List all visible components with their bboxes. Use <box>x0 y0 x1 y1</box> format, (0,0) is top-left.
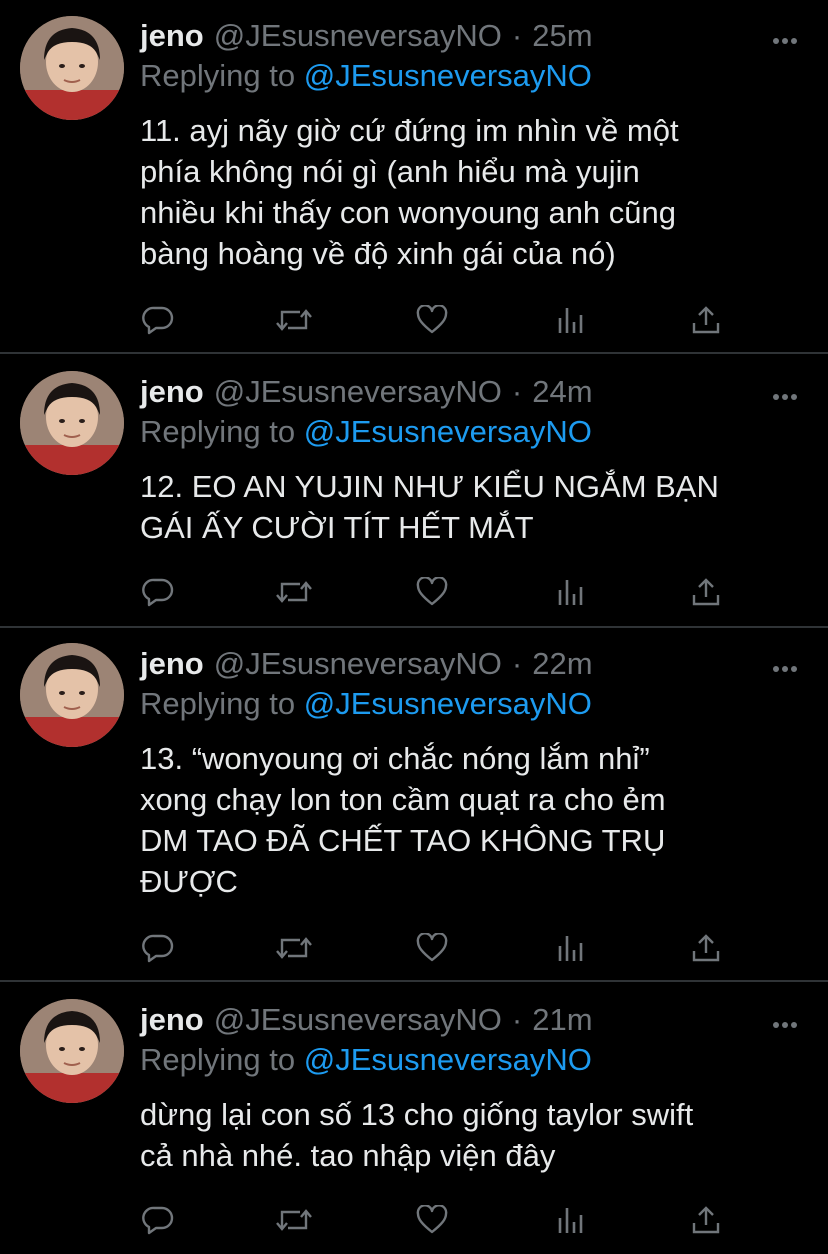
tweet-text-line: GÁI ẤY CƯỜI TÍT HẾT MẮT <box>140 510 534 545</box>
user-handle[interactable]: @JEsusneversayNO <box>214 18 502 54</box>
avatar[interactable] <box>20 999 124 1103</box>
replying-to: Replying to @JEsusneversayNO <box>140 1042 592 1078</box>
timestamp[interactable]: 25m <box>532 18 592 54</box>
replying-to: Replying to @JEsusneversayNO <box>140 414 592 450</box>
tweet-actions <box>0 930 828 970</box>
mention-link[interactable]: @JEsusneversayNO <box>304 1042 592 1077</box>
separator-dot: · <box>511 18 523 53</box>
replying-to-label: Replying to <box>140 686 296 721</box>
replying-to-label: Replying to <box>140 414 296 449</box>
replying-to-label: Replying to <box>140 1042 296 1077</box>
tweet[interactable]: jeno @JEsusneversayNO · 22m Replying to … <box>0 628 828 980</box>
tweet-actions <box>0 574 828 614</box>
heart-icon[interactable] <box>414 1202 450 1238</box>
display-name[interactable]: jeno <box>140 18 204 54</box>
heart-icon[interactable] <box>414 930 450 966</box>
avatar[interactable] <box>20 643 124 747</box>
share-icon[interactable] <box>688 302 724 338</box>
timestamp[interactable]: 22m <box>532 646 592 682</box>
display-name[interactable]: jeno <box>140 1002 204 1038</box>
mention-link[interactable]: @JEsusneversayNO <box>304 58 592 93</box>
timestamp[interactable]: 24m <box>532 374 592 410</box>
heart-icon[interactable] <box>414 574 450 610</box>
tweet-text-line: cả nhà nhé. tao nhập viện đây <box>140 1138 556 1173</box>
tweet-timeline: jeno @JEsusneversayNO · 25m Replying to … <box>0 0 828 1254</box>
tweet-text-line: ĐƯỢC <box>140 864 238 899</box>
heart-icon[interactable] <box>414 302 450 338</box>
display-name[interactable]: jeno <box>140 646 204 682</box>
more-horizontal-icon[interactable] <box>772 32 798 44</box>
tweet-text-line: 12. EO AN YUJIN NHƯ KIỂU NGẮM BẠN <box>140 469 719 504</box>
replying-to: Replying to @JEsusneversayNO <box>140 58 592 94</box>
more-horizontal-icon[interactable] <box>772 1016 798 1028</box>
replying-to: Replying to @JEsusneversayNO <box>140 686 592 722</box>
analytics-icon[interactable] <box>552 930 588 966</box>
retweet-icon[interactable] <box>276 930 312 966</box>
more-horizontal-icon[interactable] <box>772 660 798 672</box>
retweet-icon[interactable] <box>276 1202 312 1238</box>
tweet-text-line: 11. ayj nãy giờ cứ đứng im nhìn về một <box>140 113 679 148</box>
tweet-text-line: bàng hoàng về độ xinh gái của nó) <box>140 236 616 271</box>
avatar[interactable] <box>20 371 124 475</box>
tweet-text: 12. EO AN YUJIN NHƯ KIỂU NGẮM BẠN GÁI ẤY… <box>140 466 800 548</box>
analytics-icon[interactable] <box>552 574 588 610</box>
timestamp[interactable]: 21m <box>532 1002 592 1038</box>
analytics-icon[interactable] <box>552 302 588 338</box>
user-handle[interactable]: @JEsusneversayNO <box>214 374 502 410</box>
user-handle[interactable]: @JEsusneversayNO <box>214 646 502 682</box>
reply-icon[interactable] <box>140 1202 176 1238</box>
share-icon[interactable] <box>688 574 724 610</box>
avatar[interactable] <box>20 16 124 120</box>
tweet-text: 11. ayj nãy giờ cứ đứng im nhìn về một p… <box>140 110 800 274</box>
more-horizontal-icon[interactable] <box>772 388 798 400</box>
share-icon[interactable] <box>688 1202 724 1238</box>
tweet[interactable]: jeno @JEsusneversayNO · 24m Replying to … <box>0 354 828 626</box>
tweet-text-line: nhiều khi thấy con wonyoung anh cũng <box>140 195 677 230</box>
separator-dot: · <box>511 374 523 409</box>
reply-icon[interactable] <box>140 302 176 338</box>
reply-icon[interactable] <box>140 930 176 966</box>
tweet-header: jeno @JEsusneversayNO · 21m <box>140 1000 593 1040</box>
tweet-text-line: DM TAO ĐÃ CHẾT TAO KHÔNG TRỤ <box>140 823 666 858</box>
separator-dot: · <box>511 646 523 681</box>
replying-to-label: Replying to <box>140 58 296 93</box>
tweet-text-line: dừng lại con số 13 cho giống taylor swif… <box>140 1097 694 1132</box>
display-name[interactable]: jeno <box>140 374 204 410</box>
share-icon[interactable] <box>688 930 724 966</box>
tweet-actions <box>0 1202 828 1242</box>
tweet-text: dừng lại con số 13 cho giống taylor swif… <box>140 1094 800 1176</box>
mention-link[interactable]: @JEsusneversayNO <box>304 414 592 449</box>
tweet-header: jeno @JEsusneversayNO · 25m <box>140 16 593 56</box>
mention-link[interactable]: @JEsusneversayNO <box>304 686 592 721</box>
tweet-text-line: xong chạy lon ton cầm quạt ra cho ẻm <box>140 782 666 817</box>
analytics-icon[interactable] <box>552 1202 588 1238</box>
separator-dot: · <box>511 1002 523 1037</box>
tweet-header: jeno @JEsusneversayNO · 24m <box>140 372 593 412</box>
tweet-text-line: phía không nói gì (anh hiểu mà yujin <box>140 154 640 189</box>
tweet-text: 13. “wonyoung ơi chắc nóng lắm nhỉ” xong… <box>140 738 800 902</box>
tweet-actions <box>0 302 828 342</box>
retweet-icon[interactable] <box>276 302 312 338</box>
user-handle[interactable]: @JEsusneversayNO <box>214 1002 502 1038</box>
reply-icon[interactable] <box>140 574 176 610</box>
retweet-icon[interactable] <box>276 574 312 610</box>
tweet[interactable]: jeno @JEsusneversayNO · 25m Replying to … <box>0 0 828 352</box>
tweet-text-line: 13. “wonyoung ơi chắc nóng lắm nhỉ” <box>140 741 650 776</box>
tweet-header: jeno @JEsusneversayNO · 22m <box>140 644 593 684</box>
tweet[interactable]: jeno @JEsusneversayNO · 21m Replying to … <box>0 982 828 1254</box>
